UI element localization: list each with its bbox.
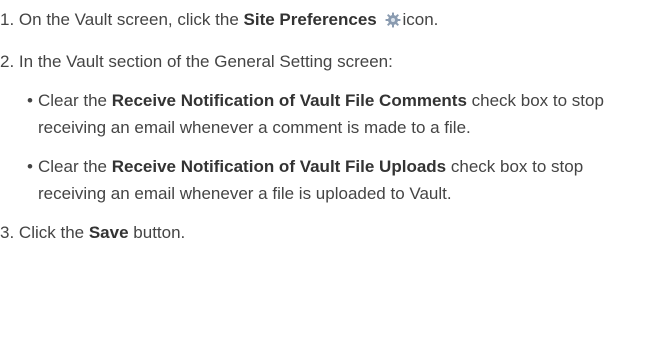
bullet-dot: • [27,91,33,110]
step-text-end: button. [133,223,186,242]
step-number: 2. [0,52,15,71]
gear-icon [385,9,401,36]
site-preferences-label: Site Preferences [243,10,377,29]
instruction-document: 1. On the Vault screen, click the Site P… [0,0,660,356]
step-1: 1. On the Vault screen, click the Site P… [0,6,660,36]
uploads-option-label: Receive Notification of Vault File Uploa… [111,157,447,176]
step-number: 3. [0,223,15,242]
step-3: 3. Click the Save button. [0,219,660,246]
bullet-dot: • [27,157,33,176]
step-2: 2. In the Vault section of the General S… [0,48,660,75]
sub-step-list: • Clear the Receive Notification of Vaul… [0,87,660,207]
comments-option-label: Receive Notification of Vault File Comme… [111,91,467,110]
step-text: On the Vault screen, click the [18,10,239,29]
bullet-text: Clear the [38,91,107,110]
step-number: 1. [0,10,15,29]
step-text: In the Vault section of the General Sett… [18,52,393,71]
step-text-end: icon. [402,10,439,29]
list-item: • Clear the Receive Notification of Vaul… [0,87,640,141]
bullet-text: Clear the [38,157,107,176]
list-item: • Clear the Receive Notification of Vaul… [0,153,640,207]
step-text: Click the [18,223,85,242]
save-label: Save [88,223,129,242]
